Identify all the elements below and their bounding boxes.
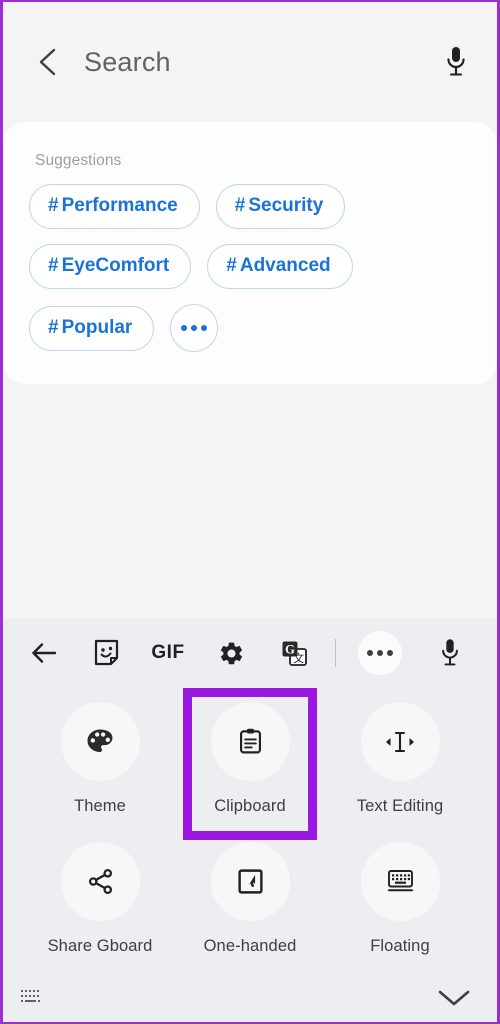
grid-item-label: Text Editing [356,797,444,815]
grid-item-one-handed[interactable]: One-handed [175,834,325,974]
hash-symbol: # [48,255,59,276]
icon-circle [360,702,440,781]
dot [377,650,384,656]
grid-item-label: Floating [370,936,430,955]
share-icon [88,868,112,894]
icon-circle [210,841,290,921]
arrow-left-icon[interactable] [21,630,67,676]
dot [181,325,188,331]
grid-item-clipboard[interactable]: Clipboard [175,688,325,840]
svg-text:文: 文 [293,651,304,665]
gboard-shortcut-grid: Theme Clipboard Text Editing Share Gboar… [3,688,497,973]
gboard-bottom-bar [3,973,497,1022]
suggestion-chip-performance[interactable]: # Performance [29,184,200,229]
grid-item-label: Clipboard [214,797,286,815]
keyboard-small-icon[interactable] [19,988,45,1007]
toolbar-divider [335,639,337,667]
toolbar-ellipsis-icon[interactable] [358,631,403,675]
dot [201,325,208,331]
gear-icon[interactable] [208,630,254,676]
hash-symbol: # [48,195,59,216]
suggestion-chip-rows: # Performance # Security # EyeComfort # … [29,184,471,352]
chip-row: # Performance # Security [29,184,471,229]
dot [367,650,374,656]
suggestion-chip-eyecomfort[interactable]: # EyeComfort [29,244,192,289]
icon-circle [60,841,140,921]
suggestion-chip-security[interactable]: # Security [215,184,346,229]
gboard-toolbar: GIF G 文 [3,618,497,688]
chevron-left-icon[interactable] [31,45,65,79]
grid-item-label: One-handed [203,936,297,955]
clipboard-icon [239,728,261,754]
grid-item-text-editing[interactable]: Text Editing [325,694,475,834]
icon-circle [360,841,440,921]
hash-symbol: # [48,316,59,338]
text-cursor-icon [386,731,414,752]
chip-label: Performance [61,195,178,216]
chip-row: # Popular [29,304,471,352]
gif-button[interactable]: GIF [145,630,191,676]
suggestions-title: Suggestions [35,152,122,169]
ellipsis-icon[interactable] [170,304,219,352]
suggestion-chip-popular[interactable]: # Popular [29,305,155,351]
grid-item-label: Share Gboard [47,936,153,955]
grid-item-theme[interactable]: Theme [25,694,175,834]
palette-icon [87,729,113,752]
chevron-down-icon[interactable] [437,987,471,1009]
suggestion-chip-advanced[interactable]: # Advanced [207,244,353,289]
search-header: Search [3,2,497,122]
google-translate-icon[interactable]: G 文 [271,630,317,676]
grid-item-share-gboard[interactable]: Share Gboard [25,834,175,974]
hash-symbol: # [226,255,237,276]
gboard-panel: GIF G 文 Theme Clipboard Text Editing Sha… [3,618,497,1022]
sticker-smiley-icon[interactable] [83,630,129,676]
dot [191,325,198,331]
chip-row: # EyeComfort # Advanced [29,244,471,289]
icon-circle [210,702,290,781]
hash-symbol: # [234,195,246,216]
icon-circle [60,702,140,781]
chip-label: EyeComfort [61,255,170,276]
one-handed-icon [237,868,263,894]
keyboard-icon [387,869,413,891]
chip-label: Popular [61,316,133,338]
grid-item-label: Theme [74,797,126,815]
dot [387,650,394,656]
page-title: Search [84,46,171,77]
microphone-icon[interactable] [427,630,473,676]
microphone-icon[interactable] [437,43,475,81]
suggestions-card: Suggestions # Performance # Security # E… [3,122,497,384]
grid-item-floating[interactable]: Floating [325,834,475,974]
chip-label: Security [248,195,324,216]
phone-screen: Search Suggestions # Performance # Secur… [0,0,500,1024]
chip-label: Advanced [239,255,331,276]
